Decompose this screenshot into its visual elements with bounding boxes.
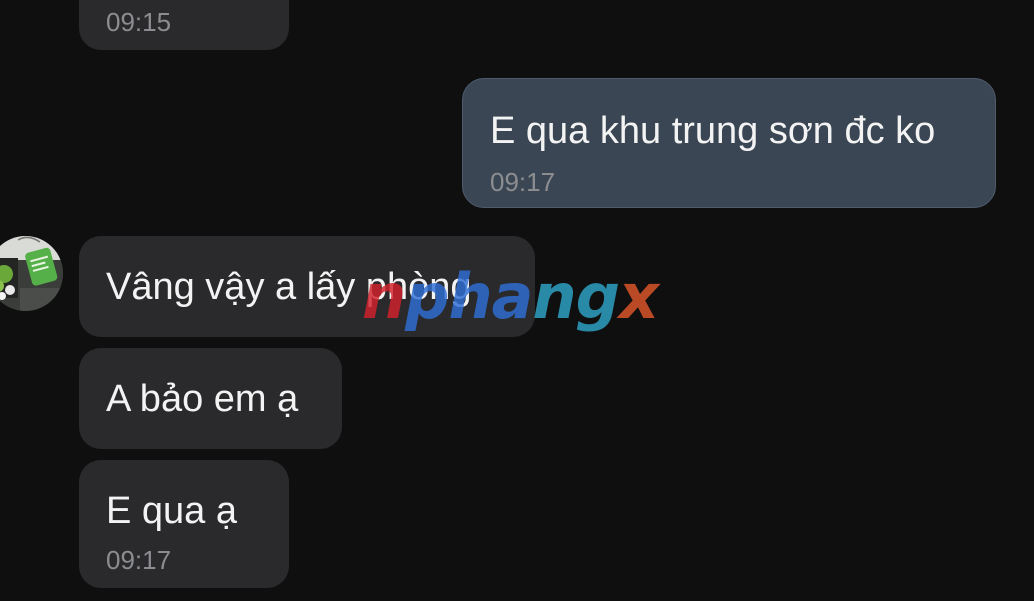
chat-thread: 09:15 E qua khu trung sơn đc ko 09:17 Vâ… bbox=[0, 0, 1034, 601]
message-text: A bảo em ạ bbox=[106, 378, 299, 420]
message-timestamp: 09:17 bbox=[490, 167, 556, 197]
message-bubble-incoming[interactable]: E qua ạ 09:17 bbox=[79, 460, 289, 588]
watermark-part: n bbox=[362, 260, 406, 333]
watermark-part: pha bbox=[405, 260, 533, 333]
message-timestamp: 09:17 bbox=[106, 545, 172, 575]
message-bubble-outgoing[interactable]: E qua khu trung sơn đc ko 09:17 bbox=[462, 78, 996, 208]
contact-avatar[interactable] bbox=[0, 236, 63, 311]
message-bubble-incoming[interactable]: A bảo em ạ bbox=[79, 348, 342, 449]
message-timestamp: 09:15 bbox=[106, 7, 172, 37]
watermark-logo: nphangx bbox=[362, 260, 659, 333]
watermark-part: ng bbox=[532, 260, 621, 333]
message-text: E qua ạ bbox=[106, 490, 237, 532]
message-text: E qua khu trung sơn đc ko bbox=[490, 110, 936, 152]
watermark-part: x bbox=[619, 260, 659, 333]
avatar-image-icon bbox=[0, 236, 63, 311]
message-bubble-incoming[interactable]: 09:15 bbox=[79, 0, 289, 50]
